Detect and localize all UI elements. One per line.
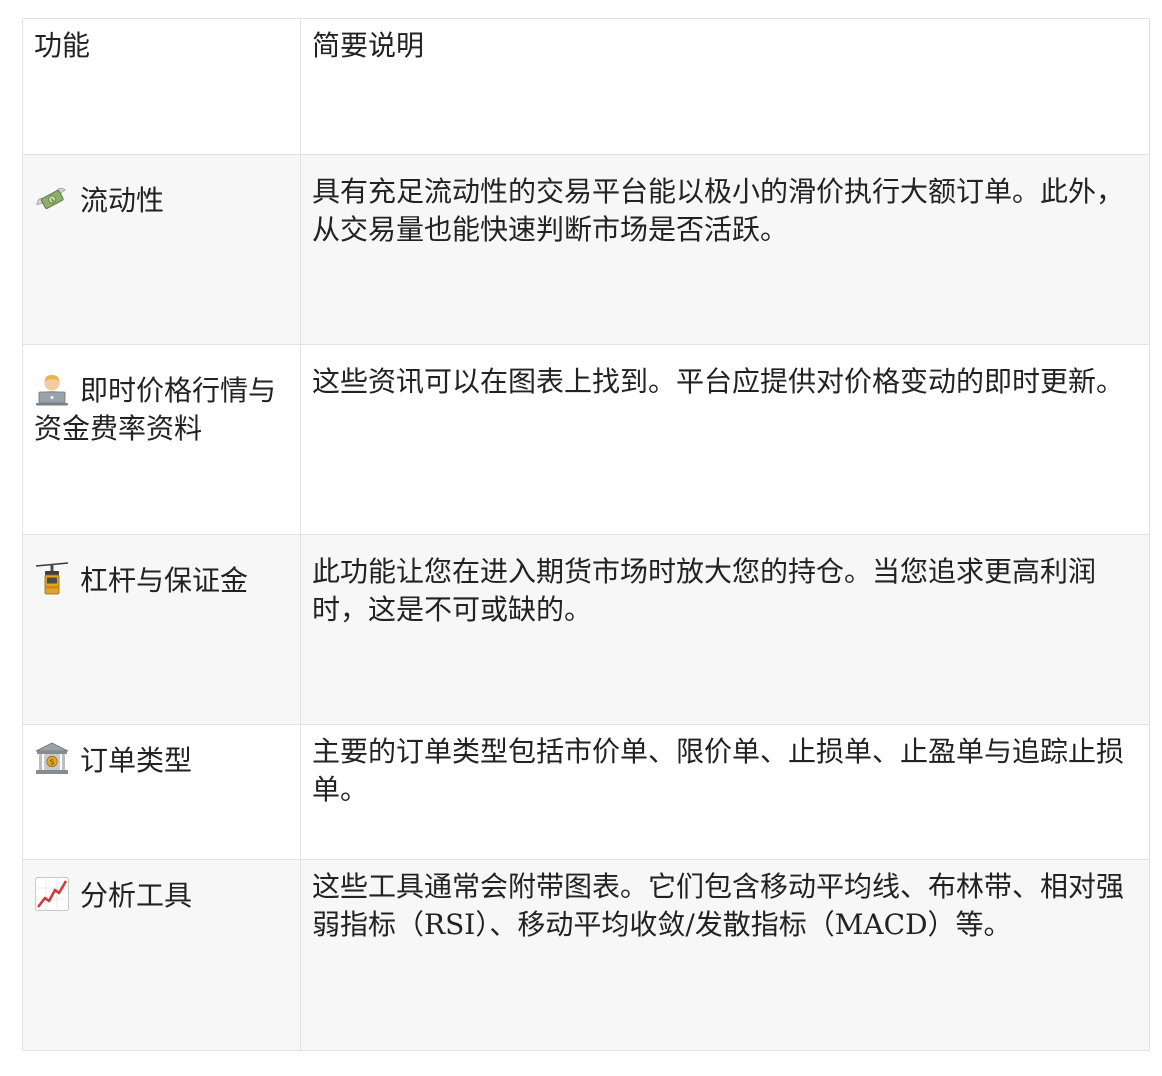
table-row: $ 订单类型 主要的订单类型包括市价单、限价单、止损单、止盈单与追踪止损单。	[22, 724, 1150, 860]
table-row: 分析工具 这些工具通常会附带图表。它们包含移动平均线、布林带、相对强弱指标（RS…	[22, 859, 1150, 1051]
description-cell: 具有充足流动性的交易平台能以极小的滑价执行大额订单。此外，从交易量也能快速判断市…	[300, 154, 1150, 345]
feature-label: 订单类型	[80, 744, 193, 777]
table-row: 杠杆与保证金 此功能让您在进入期货市场时放大您的持仓。当您追求更高利润时，这是不…	[22, 534, 1150, 725]
feature-label: 杠杆与保证金	[80, 564, 249, 597]
table-header-row: 功能 简要说明	[22, 18, 1150, 155]
money-with-wings-icon: $	[36, 187, 66, 209]
feature-cell: 杠杆与保证金	[22, 534, 301, 725]
description-text: 这些工具通常会附带图表。它们包含移动平均线、布林带、相对强弱指标（RSI）、移动…	[312, 870, 1125, 941]
feature-cell: 分析工具	[22, 859, 301, 1051]
description-cell: 此功能让您在进入期货市场时放大您的持仓。当您追求更高利润时，这是不可或缺的。	[300, 534, 1150, 725]
table-row: 即时价格行情与资金费率资料 这些资讯可以在图表上找到。平台应提供对价格变动的即时…	[22, 344, 1150, 535]
feature-label: 即时价格行情与资金费率资料	[34, 374, 277, 445]
description-cell: 这些工具通常会附带图表。它们包含移动平均线、布林带、相对强弱指标（RSI）、移动…	[300, 859, 1150, 1051]
feature-cell: $ 流动性	[22, 154, 301, 345]
description-text: 具有充足流动性的交易平台能以极小的滑价执行大额订单。此外，从交易量也能快速判断市…	[312, 175, 1125, 246]
table-row: $ 流动性 具有充足流动性的交易平台能以极小的滑价执行大额订单。此外，从交易量也…	[22, 154, 1150, 345]
chart-increasing-icon	[35, 877, 69, 911]
svg-text:$: $	[49, 758, 54, 767]
description-text: 此功能让您在进入期货市场时放大您的持仓。当您追求更高利润时，这是不可或缺的。	[312, 555, 1097, 626]
feature-cell: $ 订单类型	[22, 724, 301, 860]
technologist-icon	[36, 374, 68, 406]
feature-label: 流动性	[80, 184, 165, 217]
aerial-tramway-icon	[35, 562, 69, 595]
description-text: 这些资讯可以在图表上找到。平台应提供对价格变动的即时更新。	[312, 365, 1125, 398]
feature-comparison-table: 功能 简要说明 $ 流动性 具有充足流动性的交易平台能以极小的滑价执行大额订单。…	[22, 18, 1150, 1051]
description-cell: 主要的订单类型包括市价单、限价单、止损单、止盈单与追踪止损单。	[300, 724, 1150, 860]
description-text: 主要的订单类型包括市价单、限价单、止损单、止盈单与追踪止损单。	[312, 735, 1125, 806]
feature-cell: 即时价格行情与资金费率资料	[22, 344, 301, 535]
feature-label: 分析工具	[80, 879, 193, 912]
description-cell: 这些资讯可以在图表上找到。平台应提供对价格变动的即时更新。	[300, 344, 1150, 535]
header-feature: 功能	[22, 18, 301, 155]
header-description: 简要说明	[300, 18, 1150, 155]
bank-icon: $	[35, 742, 69, 774]
